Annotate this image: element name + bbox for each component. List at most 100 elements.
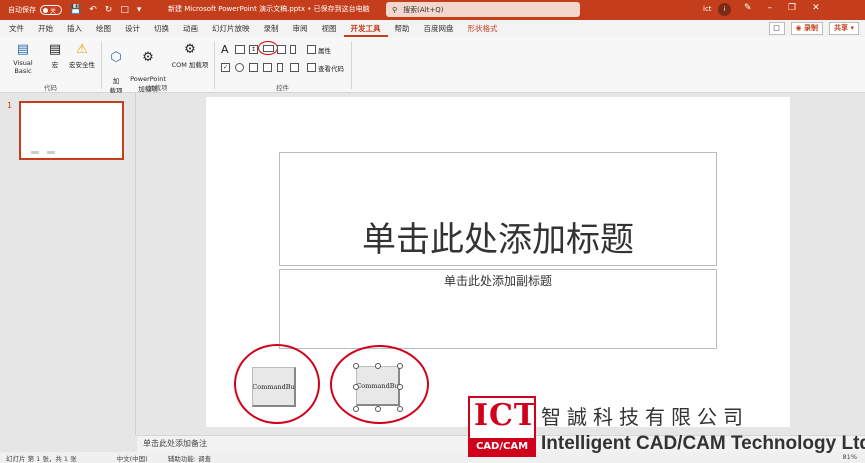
view-code-label[interactable]: 查看代码 <box>318 63 344 73</box>
resize-handle[interactable] <box>397 384 403 390</box>
presentation-icon[interactable]: □ <box>120 5 129 15</box>
search-box[interactable]: ⚲ 搜索(Alt+Q) <box>386 2 580 17</box>
combobox-control-icon[interactable] <box>249 63 258 72</box>
properties-icon[interactable] <box>307 45 316 54</box>
share-button[interactable]: 共享 ▾ <box>829 22 859 35</box>
textbox-control-icon[interactable] <box>235 45 245 54</box>
com-addins-button[interactable]: ⚙ COM 加载项 <box>170 41 210 70</box>
subtitle-placeholder[interactable]: 单击此处添加副标题 <box>279 269 717 349</box>
ribbon-tabs: 文件 开始 插入 绘图 设计 切换 动画 幻灯片放映 录制 审阅 视图 开发工具… <box>0 20 865 37</box>
tab-developer[interactable]: 开发工具 <box>343 20 388 37</box>
thumb-button-mark <box>31 151 39 154</box>
tab-animations[interactable]: 动画 <box>176 20 205 37</box>
toggle-knob <box>43 7 48 13</box>
pen-icon[interactable]: ✎ <box>744 3 752 13</box>
com-gear-icon: ⚙ <box>184 41 196 57</box>
thumb-button-mark <box>47 151 55 154</box>
close-icon[interactable]: ✕ <box>812 3 820 13</box>
tab-insert[interactable]: 插入 <box>60 20 89 37</box>
tab-help[interactable]: 帮助 <box>388 20 417 37</box>
save-icon[interactable]: 💾 <box>70 5 81 15</box>
autosave-toggle[interactable]: 关 <box>40 5 62 15</box>
checkbox-control-icon[interactable]: ✓ <box>221 63 230 72</box>
tab-draw[interactable]: 绘图 <box>89 20 118 37</box>
spin-control-icon[interactable]: ↕ <box>249 45 258 54</box>
macro-security-label: 宏安全性 <box>69 61 95 69</box>
resize-handle[interactable] <box>353 384 359 390</box>
title-placeholder[interactable]: 单击此处添加标题 <box>279 152 717 266</box>
slide-number: 1 <box>7 101 13 110</box>
search-icon: ⚲ <box>392 5 398 14</box>
tab-shape-format[interactable]: 形状格式 <box>461 20 505 37</box>
group-separator <box>214 41 215 89</box>
group-separator <box>101 41 102 89</box>
ribbon: ▤ Visual Basic ▤ 宏 ⚠ 宏安全性 代码 ⬡ 加 载项 ⚙ Po… <box>0 37 865 95</box>
user-name[interactable]: ict <box>703 5 712 13</box>
highlight-ring-2 <box>330 345 429 424</box>
ppt-addins-button[interactable]: ⚙ PowerPoint 加载项 <box>128 41 168 101</box>
document-title[interactable]: 新建 Microsoft PowerPoint 演示文稿.pptx • 已保存到… <box>168 4 370 14</box>
resize-handle[interactable] <box>375 406 381 412</box>
radio-control-icon[interactable] <box>235 63 244 72</box>
ict-logo: ICT CAD/CAM <box>468 396 536 457</box>
resize-handle[interactable] <box>397 406 403 412</box>
tab-view[interactable]: 视图 <box>315 20 344 37</box>
macros-button[interactable]: ▤ 宏 <box>46 41 64 70</box>
tab-review[interactable]: 审阅 <box>286 20 315 37</box>
undo-icon[interactable]: ↶ <box>89 5 97 15</box>
company-name-cn: 智誠科技有限公司 <box>541 405 749 429</box>
addins-label: 加 载项 <box>109 77 123 95</box>
avatar[interactable]: i <box>718 3 731 16</box>
autosave-label: 自动保存 <box>8 6 36 14</box>
menu-right: □ ◉ 录制 共享 ▾ <box>768 22 859 35</box>
customize-qa-icon[interactable]: ▾ <box>137 5 142 15</box>
comments-icon[interactable]: □ <box>768 22 785 35</box>
window-controls: ✎ – ❐ ✕ <box>744 3 820 13</box>
macro-security-button[interactable]: ⚠ 宏安全性 <box>66 41 98 70</box>
macros-label: 宏 <box>51 61 59 69</box>
tab-record[interactable]: 录制 <box>257 20 286 37</box>
group-code-label: 代码 <box>44 84 57 92</box>
tab-file[interactable]: 文件 <box>2 20 31 37</box>
language[interactable]: 中文(中国) <box>117 453 148 463</box>
scrollbar-control-icon[interactable] <box>290 45 296 54</box>
macros-icon: ▤ <box>48 41 62 57</box>
group-controls-label: 控件 <box>276 84 289 92</box>
toggle-control-icon[interactable] <box>277 63 283 72</box>
listbox-control-icon[interactable] <box>263 63 272 72</box>
share-label: 共享 <box>834 24 849 32</box>
slide-thumbnail[interactable] <box>19 101 124 160</box>
resize-handle[interactable] <box>375 363 381 369</box>
visual-basic-icon: ▤ <box>16 41 30 57</box>
group-separator <box>351 41 352 89</box>
resize-handle[interactable] <box>353 363 359 369</box>
autosave-state: 关 <box>50 7 57 15</box>
visual-basic-label: Visual Basic <box>13 59 33 75</box>
view-code-icon[interactable] <box>307 63 316 72</box>
label-control-icon[interactable]: A <box>221 43 229 56</box>
logo-subtext: CAD/CAM <box>470 438 534 455</box>
redo-icon[interactable]: ↻ <box>105 5 113 15</box>
tab-slideshow[interactable]: 幻灯片放映 <box>205 20 257 37</box>
tab-transitions[interactable]: 切换 <box>147 20 176 37</box>
tab-baidu[interactable]: 百度网盘 <box>417 20 461 37</box>
more-controls-icon[interactable] <box>290 63 299 72</box>
properties-label[interactable]: 属性 <box>318 45 331 55</box>
minimize-icon[interactable]: – <box>768 3 773 13</box>
accessibility[interactable]: 辅助功能: 调查 <box>168 453 211 463</box>
restore-icon[interactable]: ❐ <box>788 3 796 13</box>
group-addins-label: 加载项 <box>148 84 168 92</box>
slide-thumbnails-pane: 1 <box>0 93 136 435</box>
highlight-ring-1 <box>234 344 320 424</box>
tab-home[interactable]: 开始 <box>31 20 60 37</box>
resize-handle[interactable] <box>353 406 359 412</box>
record-label: 录制 <box>804 24 819 32</box>
warning-icon: ⚠ <box>76 41 88 57</box>
record-button[interactable]: ◉ 录制 <box>790 22 824 35</box>
visual-basic-button[interactable]: ▤ Visual Basic <box>4 41 42 76</box>
gear-icon: ⚙ <box>142 49 154 65</box>
image-control-icon[interactable] <box>277 45 286 54</box>
tab-design[interactable]: 设计 <box>118 20 147 37</box>
resize-handle[interactable] <box>397 363 403 369</box>
logo-text: ICT <box>474 398 538 433</box>
